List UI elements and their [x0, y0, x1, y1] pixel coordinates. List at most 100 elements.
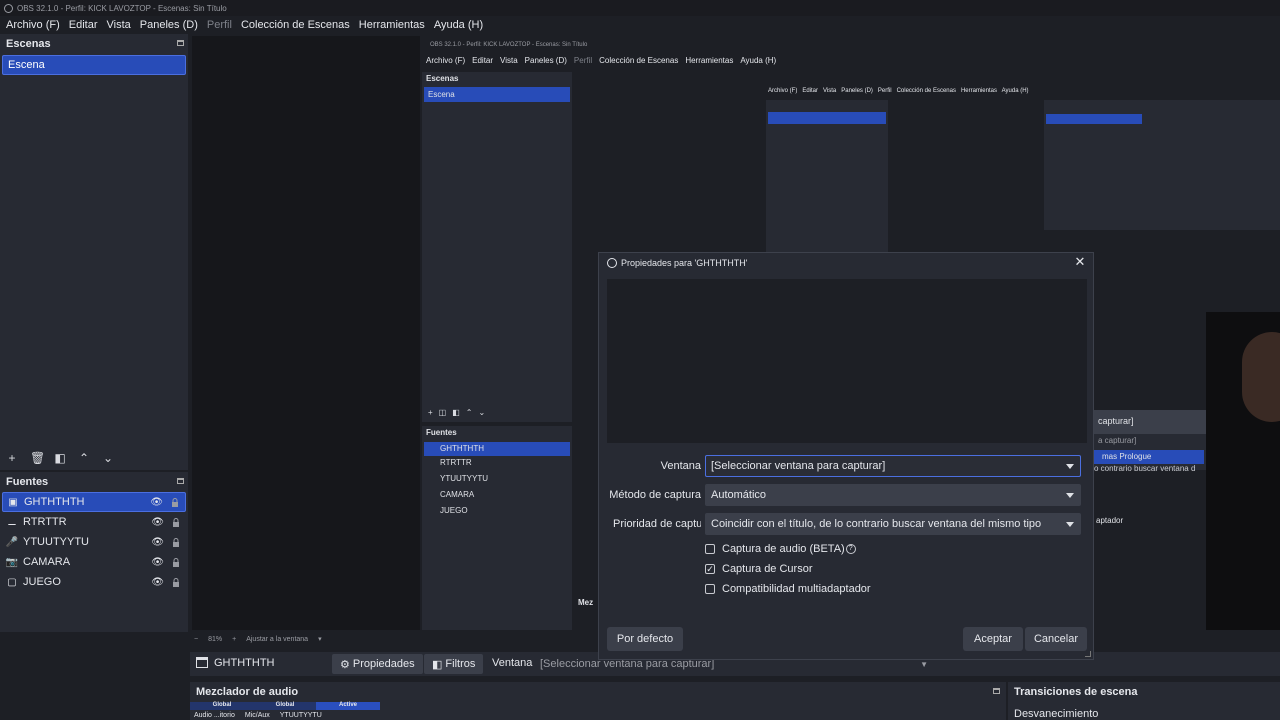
lock-icon[interactable]	[172, 517, 180, 527]
lock-icon[interactable]	[172, 577, 180, 587]
visibility-eye-icon[interactable]: 👁	[150, 497, 163, 508]
lock-icon[interactable]	[172, 537, 180, 547]
filters-button[interactable]: ◧ Filtros	[424, 654, 484, 674]
multiadapter-checkbox[interactable]: Compatibilidad multiadaptador	[705, 583, 871, 595]
chevron-down-icon[interactable]: ▾	[318, 635, 322, 643]
visibility-eye-icon[interactable]: 👁	[151, 517, 164, 528]
zoom-in-icon[interactable]: +	[232, 636, 236, 643]
defaults-button[interactable]: Por defecto	[607, 627, 683, 651]
mixer-channels: Audio ...itorio Mic/Aux YTUUTYYTU	[194, 712, 322, 719]
gamepad-icon: ⚊	[7, 516, 17, 528]
source-item[interactable]: 🎤 YTUUTYYTU 👁	[2, 532, 186, 552]
cancel-button[interactable]: Cancelar	[1025, 627, 1087, 651]
nested-sources-panel: Fuentes GHTHTHTH RTRTTR YTUUTYYTU CAMARA…	[422, 426, 572, 630]
nested2-scene-item	[768, 112, 886, 124]
move-down-icon[interactable]: ⌄	[102, 452, 114, 464]
mixer-header-cell: Global	[190, 702, 254, 710]
nested-dropdown-option: a capturar]	[1098, 436, 1137, 445]
nested-sources-title: Fuentes	[426, 428, 457, 437]
move-up-icon[interactable]: ⌃	[78, 452, 90, 464]
nested-scenes-panel: Escenas Escena +◫◧⌃⌄	[422, 72, 572, 422]
nested-obs-window-2: Archivo (F) Editar Vista Paneles (D) Per…	[764, 74, 1280, 254]
source-item[interactable]: ▢ JUEGO 👁	[2, 572, 186, 592]
menu-vista[interactable]: Vista	[107, 19, 131, 31]
source-name: GHTHTHTH	[24, 496, 85, 508]
dock-float-icon[interactable]	[993, 688, 1000, 694]
audio-capture-checkbox[interactable]: Captura de audio (BETA) ?	[705, 543, 856, 555]
nested-menu-item: Editar	[472, 56, 494, 65]
nested3-window	[1044, 100, 1280, 230]
capture-method-dropdown[interactable]: Automático	[705, 484, 1081, 506]
properties-label: Propiedades	[352, 658, 415, 670]
accept-button[interactable]: Aceptar	[963, 627, 1023, 651]
dock-float-icon[interactable]	[177, 478, 184, 484]
chevron-down-icon	[1066, 493, 1074, 498]
remove-scene-icon[interactable]: 🗑	[30, 452, 45, 464]
nested2-menu: Archivo (F) Editar Vista Paneles (D) Per…	[768, 88, 1029, 94]
multiadapter-label: Compatibilidad multiadaptador	[722, 583, 871, 595]
menu-archivo[interactable]: Archivo (F)	[6, 19, 60, 31]
nested-adapter-label: aptador	[1096, 516, 1124, 525]
dialog-preview	[607, 279, 1087, 443]
menu-coleccion-escenas[interactable]: Colección de Escenas	[241, 19, 350, 31]
nested-dropdown-value: capturar]	[1098, 416, 1134, 426]
window-icon	[196, 657, 208, 668]
window-dropdown[interactable]: [Seleccionar ventana para capturar]	[705, 455, 1081, 477]
transition-select[interactable]: Desvanecimiento	[1014, 708, 1098, 720]
add-scene-icon[interactable]: +	[6, 452, 18, 464]
window-label: Ventana	[492, 657, 533, 669]
nested-title: OBS 32.1.0 - Perfil: KICK LAVOZTOP - Esc…	[430, 42, 588, 48]
filters-icon: ◧	[432, 658, 443, 671]
audio-mixer-title: Mezclador de audio	[196, 686, 299, 698]
mixer-header-cell: Active	[316, 702, 380, 710]
nested-mixer-fragment: Mez	[578, 598, 594, 607]
scenes-dock-title: Escenas	[6, 38, 51, 50]
nested-menu-item: Perfil	[573, 56, 593, 65]
close-icon[interactable]: ✕	[1073, 255, 1087, 269]
help-icon[interactable]: ?	[845, 544, 856, 554]
mixer-channel[interactable]: Mic/Aux	[245, 712, 270, 719]
menu-editar[interactable]: Editar	[69, 19, 98, 31]
nested-menu-item: Ayuda (H)	[740, 56, 777, 65]
visibility-eye-icon[interactable]: 👁	[151, 577, 164, 588]
cursor-capture-checkbox[interactable]: ✓ Captura de Cursor	[705, 563, 813, 575]
source-name: JUEGO	[23, 576, 61, 588]
nested-scenes-toolbar: +◫◧⌃⌄	[428, 408, 492, 417]
source-item[interactable]: 📷 CAMARA 👁	[2, 552, 186, 572]
dialog-title-bar: Propiedades para 'GHTHTHTH'	[599, 253, 1093, 273]
mixer-channel[interactable]: YTUUTYYTU	[280, 712, 322, 719]
nested-source-item: JUEGO	[440, 506, 468, 515]
resize-grip-icon[interactable]	[1085, 651, 1091, 657]
menu-ayuda[interactable]: Ayuda (H)	[434, 19, 483, 31]
nested-menu-item: Archivo (F)	[426, 56, 466, 65]
checkbox-box	[705, 544, 715, 554]
chevron-down-icon	[1066, 464, 1074, 469]
nested-menu-item: Vista	[500, 56, 518, 65]
lock-icon[interactable]	[172, 557, 180, 567]
capture-priority-label: Prioridad de captura	[613, 518, 701, 530]
scene-filters-icon[interactable]: ◧	[54, 452, 66, 464]
source-item[interactable]: ▣ GHTHTHTH 👁	[2, 492, 186, 512]
zoom-fit-select[interactable]: Ajustar a la ventana	[246, 636, 308, 643]
menu-paneles[interactable]: Paneles (D)	[140, 19, 198, 31]
scene-item[interactable]: Escena	[2, 55, 186, 75]
lock-icon[interactable]	[171, 497, 179, 507]
zoom-bar: − 81% + Ajustar a la ventana ▾	[194, 632, 322, 646]
gear-icon: ⚙	[340, 658, 350, 671]
mixer-header-cell: Global	[254, 702, 316, 710]
audio-capture-label: Captura de audio (BETA)	[722, 543, 845, 555]
menu-perfil[interactable]: Perfil	[207, 19, 232, 31]
visibility-eye-icon[interactable]: 👁	[151, 557, 164, 568]
mixer-channel[interactable]: Audio ...itorio	[194, 712, 235, 719]
visibility-eye-icon[interactable]: 👁	[151, 537, 164, 548]
zoom-out-icon[interactable]: −	[194, 636, 198, 643]
menu-herramientas[interactable]: Herramientas	[359, 19, 425, 31]
capture-priority-dropdown[interactable]: Coincidir con el título, de lo contrario…	[705, 513, 1081, 535]
nested-menu-item: Colección de Escenas	[599, 56, 679, 65]
source-name: RTRTTR	[23, 516, 67, 528]
source-item[interactable]: ⚊ RTRTTR 👁	[2, 512, 186, 532]
source-name: CAMARA	[23, 556, 71, 568]
dock-float-icon[interactable]	[177, 40, 184, 46]
properties-button[interactable]: ⚙ Propiedades	[332, 654, 423, 674]
checkbox-box	[705, 584, 715, 594]
